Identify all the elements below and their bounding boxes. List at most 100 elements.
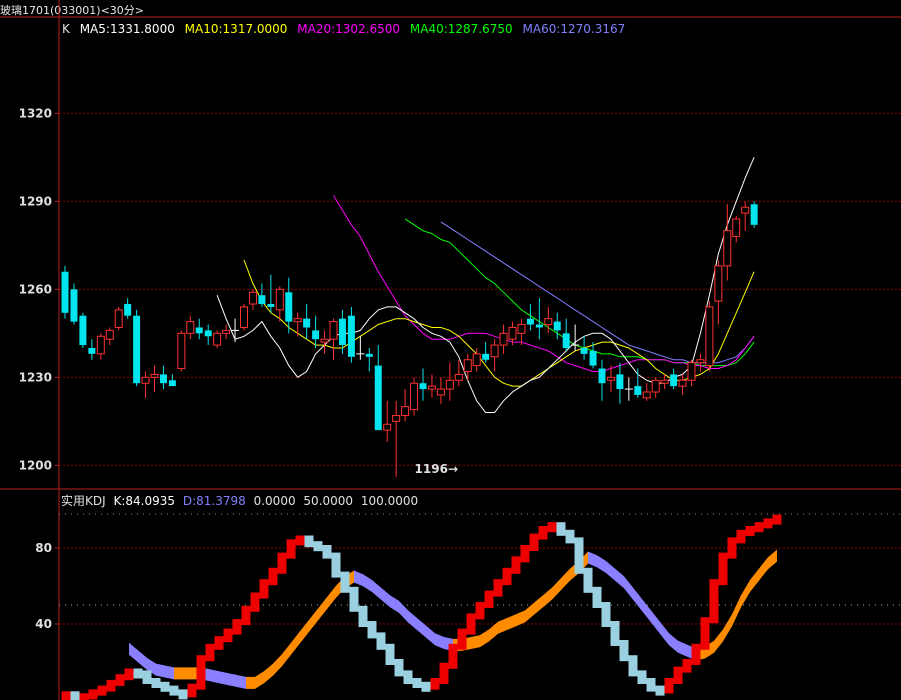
candle-body-down [258, 295, 266, 304]
candle-body-up [275, 288, 284, 311]
ma40-line [404, 218, 755, 367]
kdj-k-block-down [178, 689, 188, 700]
candle [329, 318, 338, 360]
candle [248, 289, 257, 310]
kdj-k-block-down [169, 685, 179, 696]
candle [723, 204, 732, 281]
candle [410, 377, 419, 416]
candle [624, 377, 633, 401]
price-axis-label: 1320 [19, 106, 52, 120]
kdj-d-segment [660, 621, 669, 646]
candle [598, 359, 606, 401]
kdj-k-block-up [259, 579, 269, 599]
kdj-k-block-down [655, 685, 665, 696]
candle [320, 330, 329, 354]
kdj-k-block-down [619, 640, 629, 662]
kdj-k-block-up [763, 518, 773, 529]
candle-body-up [687, 362, 696, 381]
kdj-k-block-down [421, 681, 431, 692]
candle [159, 365, 167, 390]
kdj-d-segment [597, 555, 606, 573]
candle [670, 368, 678, 390]
candle [70, 283, 78, 325]
candle-body-down [133, 315, 141, 384]
kdj-d-segment [633, 587, 642, 611]
kdj-d-segment [489, 621, 498, 642]
kdj-k-block-up [520, 545, 530, 563]
candle [293, 312, 302, 337]
candle [195, 318, 203, 340]
candle-body-up [186, 321, 195, 334]
kdj-k-block-down [565, 529, 575, 544]
candle-body-down [159, 374, 167, 384]
kdj-k-block-up [529, 533, 539, 551]
kdj-d-segment [642, 599, 651, 623]
kdj-k-block-down [367, 621, 377, 639]
candle [517, 318, 526, 346]
candle [651, 377, 660, 398]
price-axis-label: 1200 [19, 458, 52, 472]
kdj-d-segment [435, 633, 444, 649]
candle [535, 298, 543, 340]
candle-body-up [714, 265, 723, 302]
ma20-line [333, 195, 755, 372]
kdj-k-block-down [70, 691, 80, 700]
kdj-k-block-down [574, 537, 584, 574]
chart-canvas[interactable]: 1200 1230 1260 1290 1320 1196→ 40 80 [0, 0, 901, 700]
kdj-d-segment [327, 585, 336, 610]
price-axis-label: 1260 [19, 282, 52, 296]
candle [96, 333, 105, 360]
kdj-k-block-up [493, 579, 503, 597]
low-price-annotation: 1196→ [415, 462, 458, 476]
kdj-d-segment [417, 618, 426, 638]
candle [365, 348, 373, 372]
kdj-k-block-down [358, 605, 368, 627]
candle-body-up [329, 321, 338, 340]
kdj-k-block-up [79, 693, 89, 700]
candle [114, 306, 123, 331]
kdj-k-block-down [322, 545, 332, 559]
candle [141, 371, 150, 398]
candle-body-down [616, 374, 624, 390]
kdj-d-segment [714, 629, 723, 653]
kdj-d-segment [588, 551, 597, 568]
kdj-d-segment [264, 663, 273, 684]
candle-body-up [678, 379, 687, 387]
candle-body-up [177, 332, 186, 370]
kdj-k-block-up [448, 643, 458, 669]
kdj-axis-label: 40 [35, 617, 52, 631]
kdj-d-segment [255, 671, 264, 689]
candle [732, 216, 741, 243]
candle [571, 324, 580, 351]
kdj-d-segment [543, 587, 552, 608]
kdj-d-segment [750, 568, 759, 592]
kdj-k-block-up [241, 605, 251, 626]
candle-body-up [410, 382, 419, 411]
kdj-k-block-up [295, 535, 305, 546]
candle-body-down [526, 318, 534, 325]
candle-body-up [445, 379, 454, 390]
price-axis-label: 1290 [19, 194, 52, 208]
kdj-d-segment [741, 580, 750, 608]
kdj-k-block-up [736, 529, 746, 544]
kdj-axis-label: 80 [35, 541, 52, 555]
candle [88, 339, 96, 360]
candle-body-up [320, 338, 329, 343]
candle-body-down [168, 380, 176, 387]
candle [482, 342, 490, 363]
candle [419, 368, 427, 401]
candle [267, 274, 275, 313]
candle [562, 318, 570, 351]
candle-body-down [285, 292, 293, 322]
kdj-d-segment [408, 610, 417, 630]
kdj-k-block-down [628, 655, 638, 677]
kdj-k-block-up [277, 552, 287, 574]
kdj-k-block-up [106, 679, 116, 692]
candle [687, 359, 696, 387]
candle-body-down [338, 318, 346, 346]
kdj-k-block-up [772, 514, 782, 525]
candle [133, 309, 141, 387]
candle-body-up [741, 206, 750, 214]
kdj-k-block-up [682, 659, 692, 673]
kdj-k-block-up [673, 666, 683, 684]
